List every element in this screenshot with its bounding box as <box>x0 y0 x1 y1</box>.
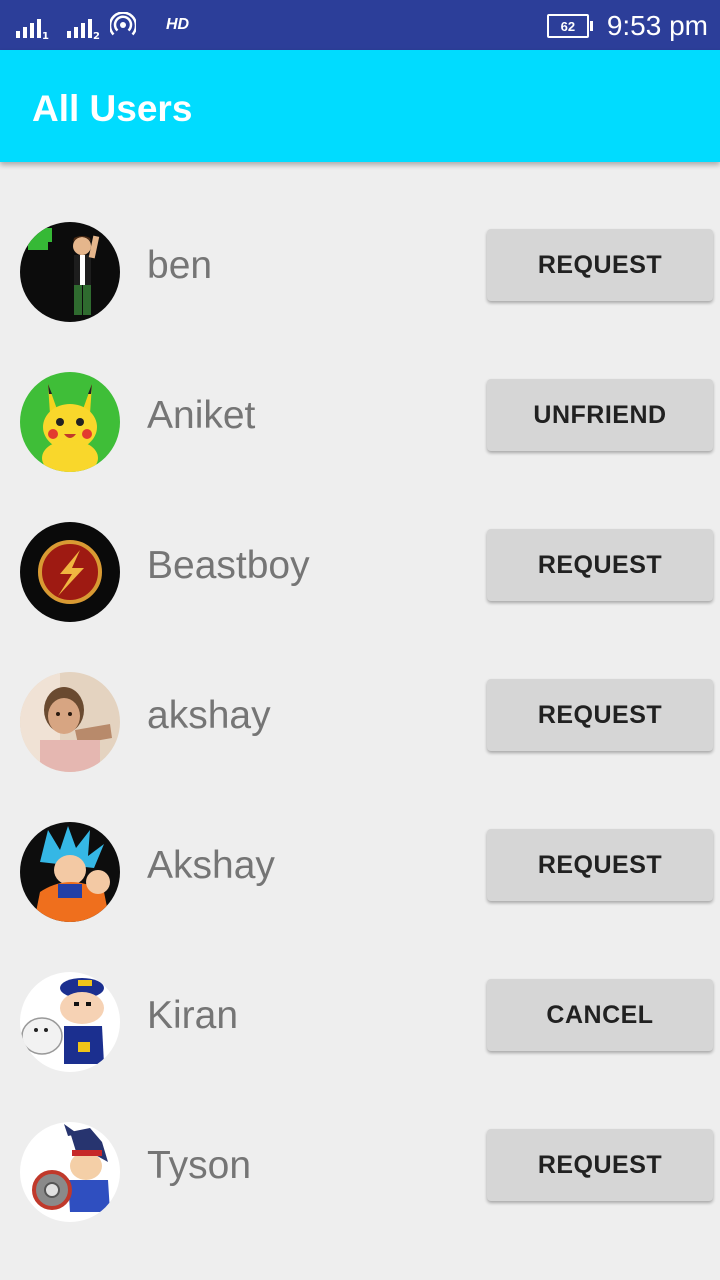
hotspot-icon <box>110 12 136 36</box>
list-item[interactable]: Tyson REQUEST <box>0 1097 720 1247</box>
status-icons-left: 1 2 HD <box>16 12 190 42</box>
tyson-beyblade-avatar-icon[interactable] <box>20 1122 120 1222</box>
page-title: All Users <box>32 88 193 129</box>
list-item[interactable]: akshay REQUEST <box>0 647 720 797</box>
battery-level: 62 <box>560 18 576 34</box>
list-item[interactable]: ben REQUEST <box>0 197 720 347</box>
child-photo-avatar-icon[interactable] <box>20 672 120 772</box>
request-button[interactable]: REQUEST <box>487 829 713 901</box>
user-name: Akshay <box>147 844 275 887</box>
goku-avatar-icon[interactable] <box>20 822 120 922</box>
user-list[interactable]: ben REQUEST Aniket UNFRIEND Beastboy REQ… <box>0 197 720 1247</box>
user-name: akshay <box>147 694 271 737</box>
cancel-button[interactable]: CANCEL <box>487 979 713 1051</box>
status-time: 9:53 pm <box>606 10 708 41</box>
user-name: ben <box>147 244 213 287</box>
flash-logo-avatar-icon[interactable] <box>20 522 120 622</box>
signal-sim2-icon: 2 <box>67 16 100 42</box>
request-button[interactable]: REQUEST <box>487 229 713 301</box>
user-name: Aniket <box>147 394 256 437</box>
app-bar: All Users <box>0 50 720 162</box>
user-name: Tyson <box>147 1144 252 1187</box>
request-button[interactable]: REQUEST <box>487 679 713 751</box>
unfriend-button[interactable]: UNFRIEND <box>487 379 713 451</box>
list-item[interactable]: Beastboy REQUEST <box>0 497 720 647</box>
ben10-avatar-icon[interactable] <box>20 222 120 322</box>
signal-sim1-icon: 1 <box>16 16 49 42</box>
user-name: Beastboy <box>147 544 310 587</box>
user-name: Kiran <box>147 994 239 1037</box>
status-bar: 1 2 HD 62 9:53 pm <box>0 0 720 50</box>
pikachu-avatar-icon[interactable] <box>20 372 120 472</box>
status-icons-right: 62 9:53 pm <box>546 6 708 46</box>
request-button[interactable]: REQUEST <box>487 1129 713 1201</box>
list-item[interactable]: Aniket UNFRIEND <box>0 347 720 497</box>
list-item[interactable]: Akshay REQUEST <box>0 797 720 947</box>
request-button[interactable]: REQUEST <box>487 529 713 601</box>
shinchan-avatar-icon[interactable] <box>20 972 120 1072</box>
battery-icon: 62 <box>546 14 593 38</box>
network-type-badge: HD <box>166 16 190 33</box>
list-item[interactable]: Kiran CANCEL <box>0 947 720 1097</box>
